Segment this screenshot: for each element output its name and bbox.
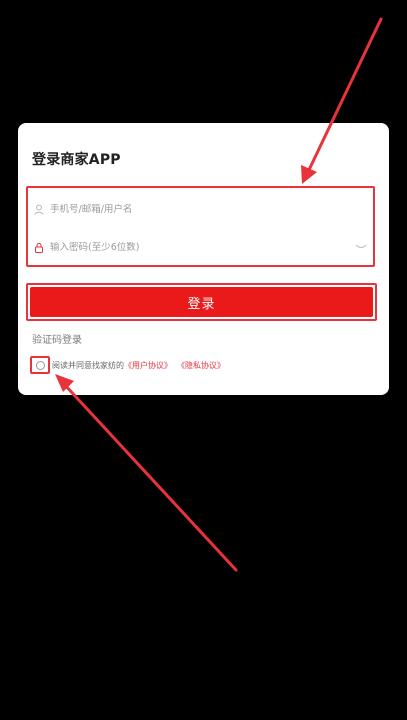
login-button-highlight: 登录 [26, 283, 377, 321]
user-icon [32, 202, 46, 216]
lock-icon [32, 240, 46, 254]
agreement-text: 阅读并同意找家纺的 [52, 360, 124, 370]
username-input[interactable] [50, 203, 369, 215]
agreement-checkbox[interactable] [35, 360, 45, 370]
password-row [32, 232, 369, 262]
password-input[interactable] [50, 241, 353, 253]
sms-login-link[interactable]: 验证码登录 [32, 331, 82, 346]
agreement-row: 阅读并同意找家纺的 《用户协议》 《隐私协议》 [30, 354, 225, 376]
eye-closed-icon[interactable] [353, 241, 369, 253]
login-card: 登录商家APP 手机号/邮箱/用户名 登录 验证码登录 阅读并同意找家纺的 《用… [18, 123, 389, 395]
credentials-highlight [26, 186, 375, 267]
page-title: 登录商家APP [32, 152, 121, 168]
arrow-to-checkbox [55, 374, 238, 572]
username-row [32, 194, 369, 224]
agreement-checkbox-highlight [30, 356, 50, 374]
user-agreement-link[interactable]: 《用户协议》 [124, 360, 172, 371]
privacy-policy-link[interactable]: 《隐私协议》 [177, 360, 225, 371]
login-button[interactable]: 登录 [30, 287, 373, 317]
